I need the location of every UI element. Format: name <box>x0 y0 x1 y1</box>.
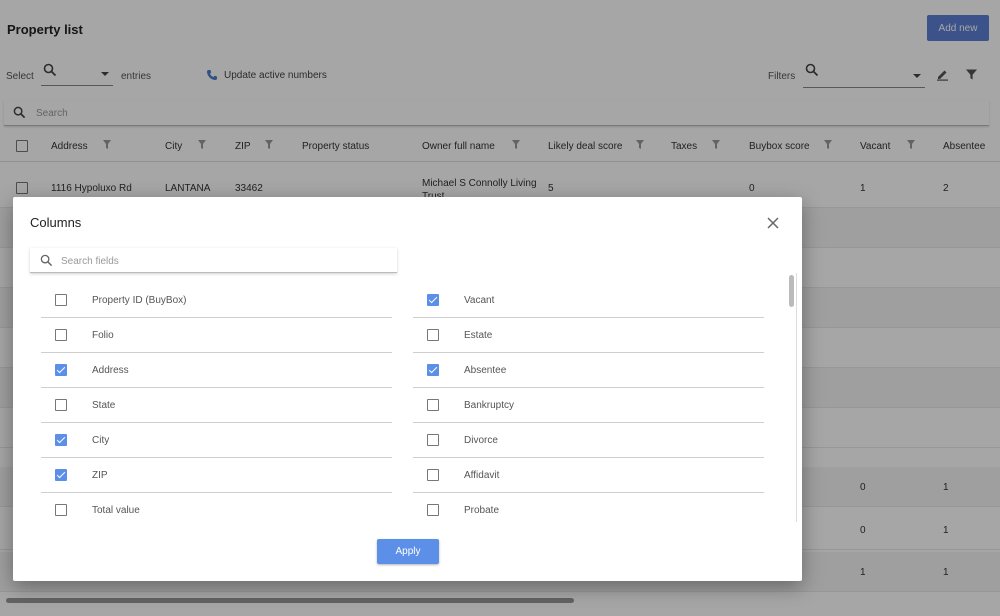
checkbox-icon[interactable] <box>55 434 67 446</box>
checkbox-icon[interactable] <box>55 399 67 411</box>
field-label: Folio <box>92 330 114 341</box>
right-field-list: Vacant Estate Absentee Bankruptcy Divorc… <box>413 283 764 521</box>
field-option[interactable]: Vacant <box>413 283 764 318</box>
checkbox-icon[interactable] <box>427 364 439 376</box>
field-search-input[interactable]: Search fields <box>30 248 397 273</box>
checkbox-icon[interactable] <box>427 294 439 306</box>
field-option[interactable]: Affidavit <box>413 458 764 493</box>
close-icon[interactable] <box>765 215 781 231</box>
field-label: Affidavit <box>464 470 500 481</box>
field-option[interactable]: Absentee <box>413 353 764 388</box>
field-label: Total value <box>92 505 140 516</box>
field-list-scroll-track <box>786 273 797 522</box>
field-option[interactable]: State <box>41 388 392 423</box>
field-label: Address <box>92 365 129 376</box>
field-option[interactable]: Estate <box>413 318 764 353</box>
field-option[interactable]: Total value <box>41 493 392 521</box>
search-icon <box>40 254 53 267</box>
checkbox-icon[interactable] <box>55 469 67 481</box>
field-label: Estate <box>464 330 493 341</box>
field-label: Vacant <box>464 295 495 306</box>
field-label: City <box>92 435 110 446</box>
checkbox-icon[interactable] <box>427 399 439 411</box>
field-label: Probate <box>464 505 500 516</box>
field-label: Bankruptcy <box>464 400 515 411</box>
checkbox-icon[interactable] <box>427 504 439 516</box>
field-label: State <box>92 400 116 411</box>
field-list-scrollbar[interactable] <box>789 275 794 307</box>
left-field-list: Property ID (BuyBox) Folio Address State… <box>41 283 392 521</box>
field-label: Absentee <box>464 365 507 376</box>
field-option[interactable]: Divorce <box>413 423 764 458</box>
apply-button[interactable]: Apply <box>377 539 439 564</box>
field-option[interactable]: Folio <box>41 318 392 353</box>
checkbox-icon[interactable] <box>55 294 67 306</box>
field-label: Property ID (BuyBox) <box>92 295 187 306</box>
field-label: ZIP <box>92 470 108 481</box>
field-option[interactable]: Bankruptcy <box>413 388 764 423</box>
checkbox-icon[interactable] <box>55 504 67 516</box>
checkbox-icon[interactable] <box>427 434 439 446</box>
modal-title: Columns <box>30 215 82 230</box>
checkbox-icon[interactable] <box>55 329 67 341</box>
field-option[interactable]: City <box>41 423 392 458</box>
checkbox-icon[interactable] <box>427 329 439 341</box>
checkbox-icon[interactable] <box>427 469 439 481</box>
field-search-placeholder: Search fields <box>61 256 119 267</box>
field-label: Divorce <box>464 435 498 446</box>
field-option[interactable]: ZIP <box>41 458 392 493</box>
checkbox-icon[interactable] <box>55 364 67 376</box>
columns-modal: Columns Search fields Property ID (BuyBo… <box>13 197 802 581</box>
field-option[interactable]: Probate <box>413 493 764 521</box>
field-option[interactable]: Address <box>41 353 392 388</box>
field-option[interactable]: Property ID (BuyBox) <box>41 283 392 318</box>
